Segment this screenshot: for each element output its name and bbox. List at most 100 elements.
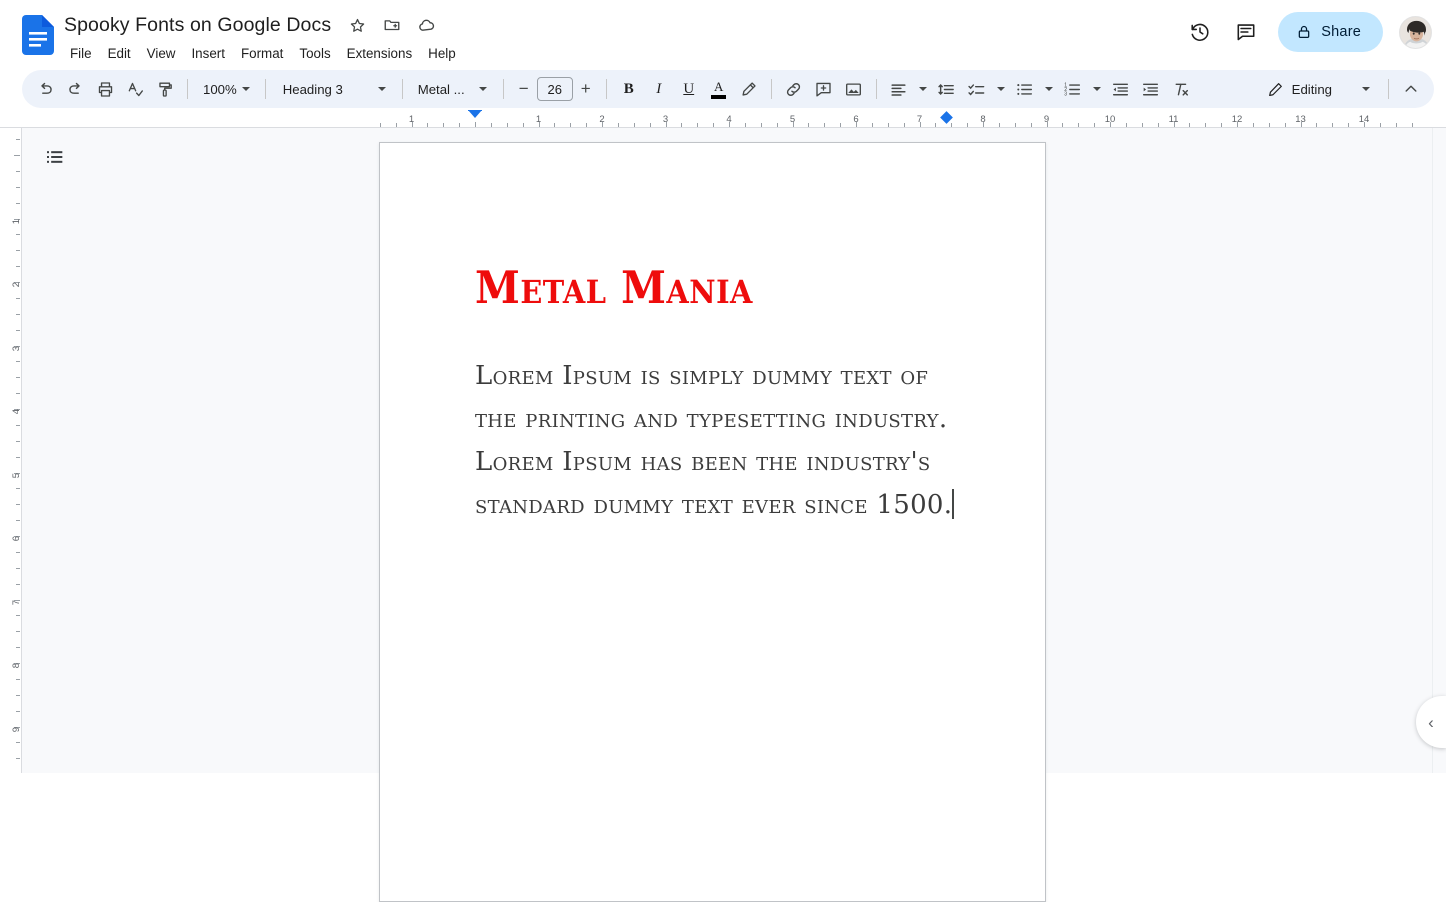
ruler-tick bbox=[904, 123, 905, 127]
menu-format[interactable]: Format bbox=[233, 43, 291, 64]
menu-extensions[interactable]: Extensions bbox=[339, 43, 421, 64]
ruler-number: 2 bbox=[599, 114, 604, 125]
bulleted-list-dropdown-icon[interactable] bbox=[1040, 74, 1058, 104]
app-header: Spooky Fonts on Google Docs File E bbox=[0, 0, 1446, 68]
insert-image-icon[interactable] bbox=[839, 74, 869, 104]
ruler-tick bbox=[554, 123, 555, 127]
chevron-down-icon bbox=[1045, 87, 1053, 91]
ruler-tick bbox=[16, 377, 20, 378]
font-family-selector[interactable]: Metal ... bbox=[410, 74, 496, 104]
main-toolbar: 100% Heading 3 Metal ... − 26 + B I U bbox=[22, 70, 1434, 108]
text-color-button[interactable]: A bbox=[704, 74, 734, 104]
move-to-folder-icon[interactable] bbox=[379, 12, 405, 38]
right-panel-toggle[interactable]: ‹ bbox=[1416, 696, 1446, 748]
menu-file[interactable]: File bbox=[62, 43, 100, 64]
decrease-font-size-button[interactable]: − bbox=[511, 76, 537, 102]
ruler-tick bbox=[1348, 123, 1349, 127]
underline-label: U bbox=[683, 81, 694, 98]
ruler-tick bbox=[16, 266, 20, 267]
ruler-number: 4 bbox=[11, 409, 22, 414]
ruler-tick bbox=[16, 647, 20, 648]
clear-formatting-icon[interactable] bbox=[1166, 74, 1196, 104]
ruler-tick bbox=[618, 123, 619, 127]
checklist-dropdown-icon[interactable] bbox=[992, 74, 1010, 104]
checklist-icon[interactable] bbox=[962, 74, 992, 104]
menu-insert[interactable]: Insert bbox=[183, 43, 233, 64]
numbered-list-icon[interactable]: 1 2 3 bbox=[1058, 74, 1088, 104]
bold-button[interactable]: B bbox=[614, 74, 644, 104]
version-history-icon[interactable] bbox=[1180, 12, 1220, 52]
ruler-tick bbox=[761, 123, 762, 127]
ruler-tick bbox=[1031, 123, 1032, 127]
document-title-row: Spooky Fonts on Google Docs bbox=[60, 10, 464, 40]
document-body-text[interactable]: Lorem Ipsum is simply dummy text of the … bbox=[475, 355, 955, 527]
ruler-tick bbox=[1316, 123, 1317, 127]
star-icon[interactable] bbox=[344, 12, 370, 38]
document-title[interactable]: Spooky Fonts on Google Docs bbox=[60, 13, 335, 38]
text-cursor bbox=[952, 489, 954, 519]
undo-icon[interactable] bbox=[30, 74, 60, 104]
ruler-tick bbox=[16, 187, 20, 188]
collapse-toolbar-button[interactable] bbox=[1396, 74, 1426, 104]
ruler-number: 7 bbox=[11, 600, 22, 605]
editing-mode-label: Editing bbox=[1292, 82, 1332, 97]
print-icon[interactable] bbox=[90, 74, 120, 104]
paint-format-icon[interactable] bbox=[150, 74, 180, 104]
underline-button[interactable]: U bbox=[674, 74, 704, 104]
google-docs-logo-icon[interactable] bbox=[22, 15, 54, 55]
horizontal-ruler[interactable]: 11234567891011121314 bbox=[0, 110, 1446, 128]
paragraph-style-selector[interactable]: Heading 3 bbox=[273, 74, 395, 104]
editing-mode-selector[interactable]: Editing bbox=[1257, 74, 1381, 104]
chevron-down-icon bbox=[378, 87, 386, 91]
menu-edit[interactable]: Edit bbox=[100, 43, 139, 64]
italic-button[interactable]: I bbox=[644, 74, 674, 104]
numbered-list-dropdown-icon[interactable] bbox=[1088, 74, 1106, 104]
menu-tools[interactable]: Tools bbox=[291, 43, 338, 64]
insert-link-icon[interactable] bbox=[779, 74, 809, 104]
user-avatar[interactable] bbox=[1399, 16, 1432, 49]
ruler-tick bbox=[16, 584, 20, 585]
chevron-down-icon bbox=[479, 87, 487, 91]
zoom-selector[interactable]: 100% bbox=[195, 74, 258, 104]
ruler-tick bbox=[967, 123, 968, 127]
menu-view[interactable]: View bbox=[139, 43, 184, 64]
left-indent-marker[interactable] bbox=[468, 110, 482, 118]
increase-font-size-button[interactable]: + bbox=[573, 76, 599, 102]
ruler-tick bbox=[634, 123, 635, 127]
right-indent-marker[interactable] bbox=[940, 111, 953, 124]
ruler-tick bbox=[1094, 123, 1095, 127]
document-heading[interactable]: Metal Mania bbox=[475, 265, 975, 310]
menu-help[interactable]: Help bbox=[420, 43, 464, 64]
ruler-number: 5 bbox=[11, 473, 22, 478]
ruler-number: 1 bbox=[409, 114, 414, 125]
align-dropdown-icon[interactable] bbox=[914, 74, 932, 104]
toolbar-separator bbox=[606, 79, 607, 99]
redo-icon[interactable] bbox=[60, 74, 90, 104]
toolbar-separator bbox=[503, 79, 504, 99]
add-comment-icon[interactable] bbox=[809, 74, 839, 104]
ruler-tick bbox=[16, 139, 20, 140]
text-align-icon[interactable] bbox=[884, 74, 914, 104]
ruler-tick bbox=[999, 123, 1000, 127]
bulleted-list-icon[interactable] bbox=[1010, 74, 1040, 104]
document-page[interactable]: Metal Mania Lorem Ipsum is simply dummy … bbox=[379, 142, 1046, 902]
font-family-value: Metal ... bbox=[418, 82, 465, 97]
decrease-indent-icon[interactable] bbox=[1106, 74, 1136, 104]
ruler-tick bbox=[443, 123, 444, 127]
spellcheck-icon[interactable] bbox=[120, 74, 150, 104]
ruler-tick bbox=[586, 123, 587, 127]
ruler-tick bbox=[1142, 123, 1143, 127]
share-button[interactable]: Share bbox=[1278, 12, 1383, 52]
line-spacing-icon[interactable] bbox=[932, 74, 962, 104]
ruler-tick bbox=[16, 711, 20, 712]
cloud-saved-icon[interactable] bbox=[414, 12, 440, 38]
font-size-input[interactable]: 26 bbox=[537, 77, 573, 101]
ruler-tick bbox=[16, 631, 20, 632]
ruler-number: 7 bbox=[917, 114, 922, 125]
vertical-ruler[interactable]: 123456789 bbox=[0, 128, 22, 773]
highlight-pen-icon[interactable] bbox=[734, 74, 764, 104]
ruler-tick bbox=[16, 250, 20, 251]
document-outline-icon[interactable] bbox=[37, 139, 73, 175]
increase-indent-icon[interactable] bbox=[1136, 74, 1166, 104]
comment-history-icon[interactable] bbox=[1226, 12, 1266, 52]
